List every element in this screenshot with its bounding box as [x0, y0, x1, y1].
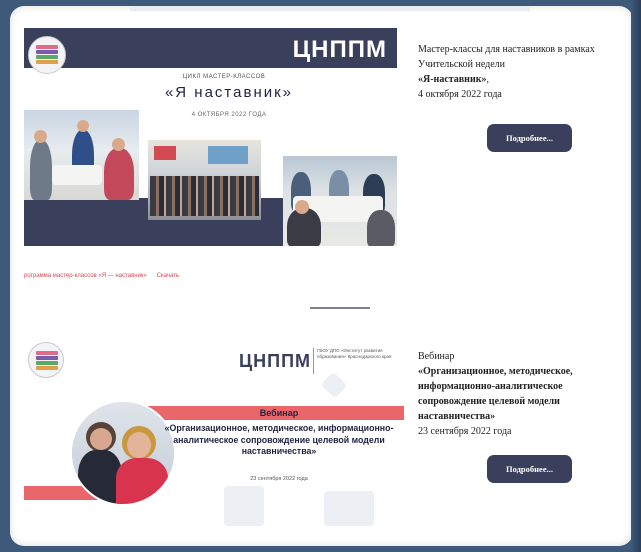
program-links: рограмма мастер-классов «Я — наставник» …	[24, 273, 187, 279]
webinar-label: Вебинар	[259, 408, 299, 418]
workshop-photo	[283, 156, 397, 246]
event-photo	[24, 110, 139, 200]
banner-title: «Я наставник»	[164, 84, 294, 101]
masterclass-name: «Я-наставник»	[418, 74, 487, 85]
masterclass-description: Мастер-классы для наставников в рамках У…	[418, 44, 595, 100]
decor-shape	[224, 486, 264, 526]
decor-shape	[320, 371, 348, 399]
emblem-logo-icon	[28, 342, 64, 378]
emblem-logo-icon	[28, 36, 66, 74]
content-panel: ЦНППМ ЦИКЛ МАСТЕР-КЛАССОВ «Я наставник» …	[10, 6, 633, 546]
more-button[interactable]: Подробнее...	[487, 455, 572, 483]
brand-separator	[313, 348, 314, 374]
download-link[interactable]: Скачать	[157, 273, 180, 279]
window-edge	[631, 0, 641, 552]
more-button[interactable]: Подробнее...	[487, 124, 572, 152]
banner-date: 4 ОКТЯБРЯ 2022 ГОДА	[191, 112, 267, 118]
top-strip	[130, 6, 530, 11]
webinar-description: Вебинар «Организационное, методическое, …	[418, 349, 633, 439]
webinar-date-text: 23 сентября 2022 года	[418, 426, 512, 437]
brand-logo: ЦНППМ	[239, 351, 312, 371]
webinar-banner[interactable]: ЦНППМ ГБОУ ДПО «Институт развития образо…	[24, 336, 404, 536]
section-divider	[310, 307, 370, 309]
banner-subtitle: ЦИКЛ МАСТЕР-КЛАССОВ	[182, 74, 266, 80]
masterclass-banner[interactable]: ЦНППМ ЦИКЛ МАСТЕР-КЛАССОВ «Я наставник» …	[24, 28, 397, 246]
webinar-title: «Организационное, методическое, информац…	[164, 423, 394, 456]
group-photo	[148, 140, 261, 220]
decor-shape	[324, 491, 374, 526]
brand-logo: ЦНППМ	[292, 36, 387, 63]
program-link[interactable]: рограмма мастер-классов «Я — наставник»	[24, 273, 147, 279]
webinar-date: 23 сентября 2022 года	[250, 476, 308, 482]
webinar-type: Вебинар	[418, 351, 455, 362]
masterclass-date: 4 октября 2022 года	[418, 89, 502, 100]
webinar-name: «Организационное, методическое, информац…	[418, 366, 573, 422]
masterclass-line: Мастер-классы для наставников в рамках У…	[418, 44, 595, 70]
institute-note: ГБОУ ДПО «Институт развития образования»…	[317, 348, 392, 359]
